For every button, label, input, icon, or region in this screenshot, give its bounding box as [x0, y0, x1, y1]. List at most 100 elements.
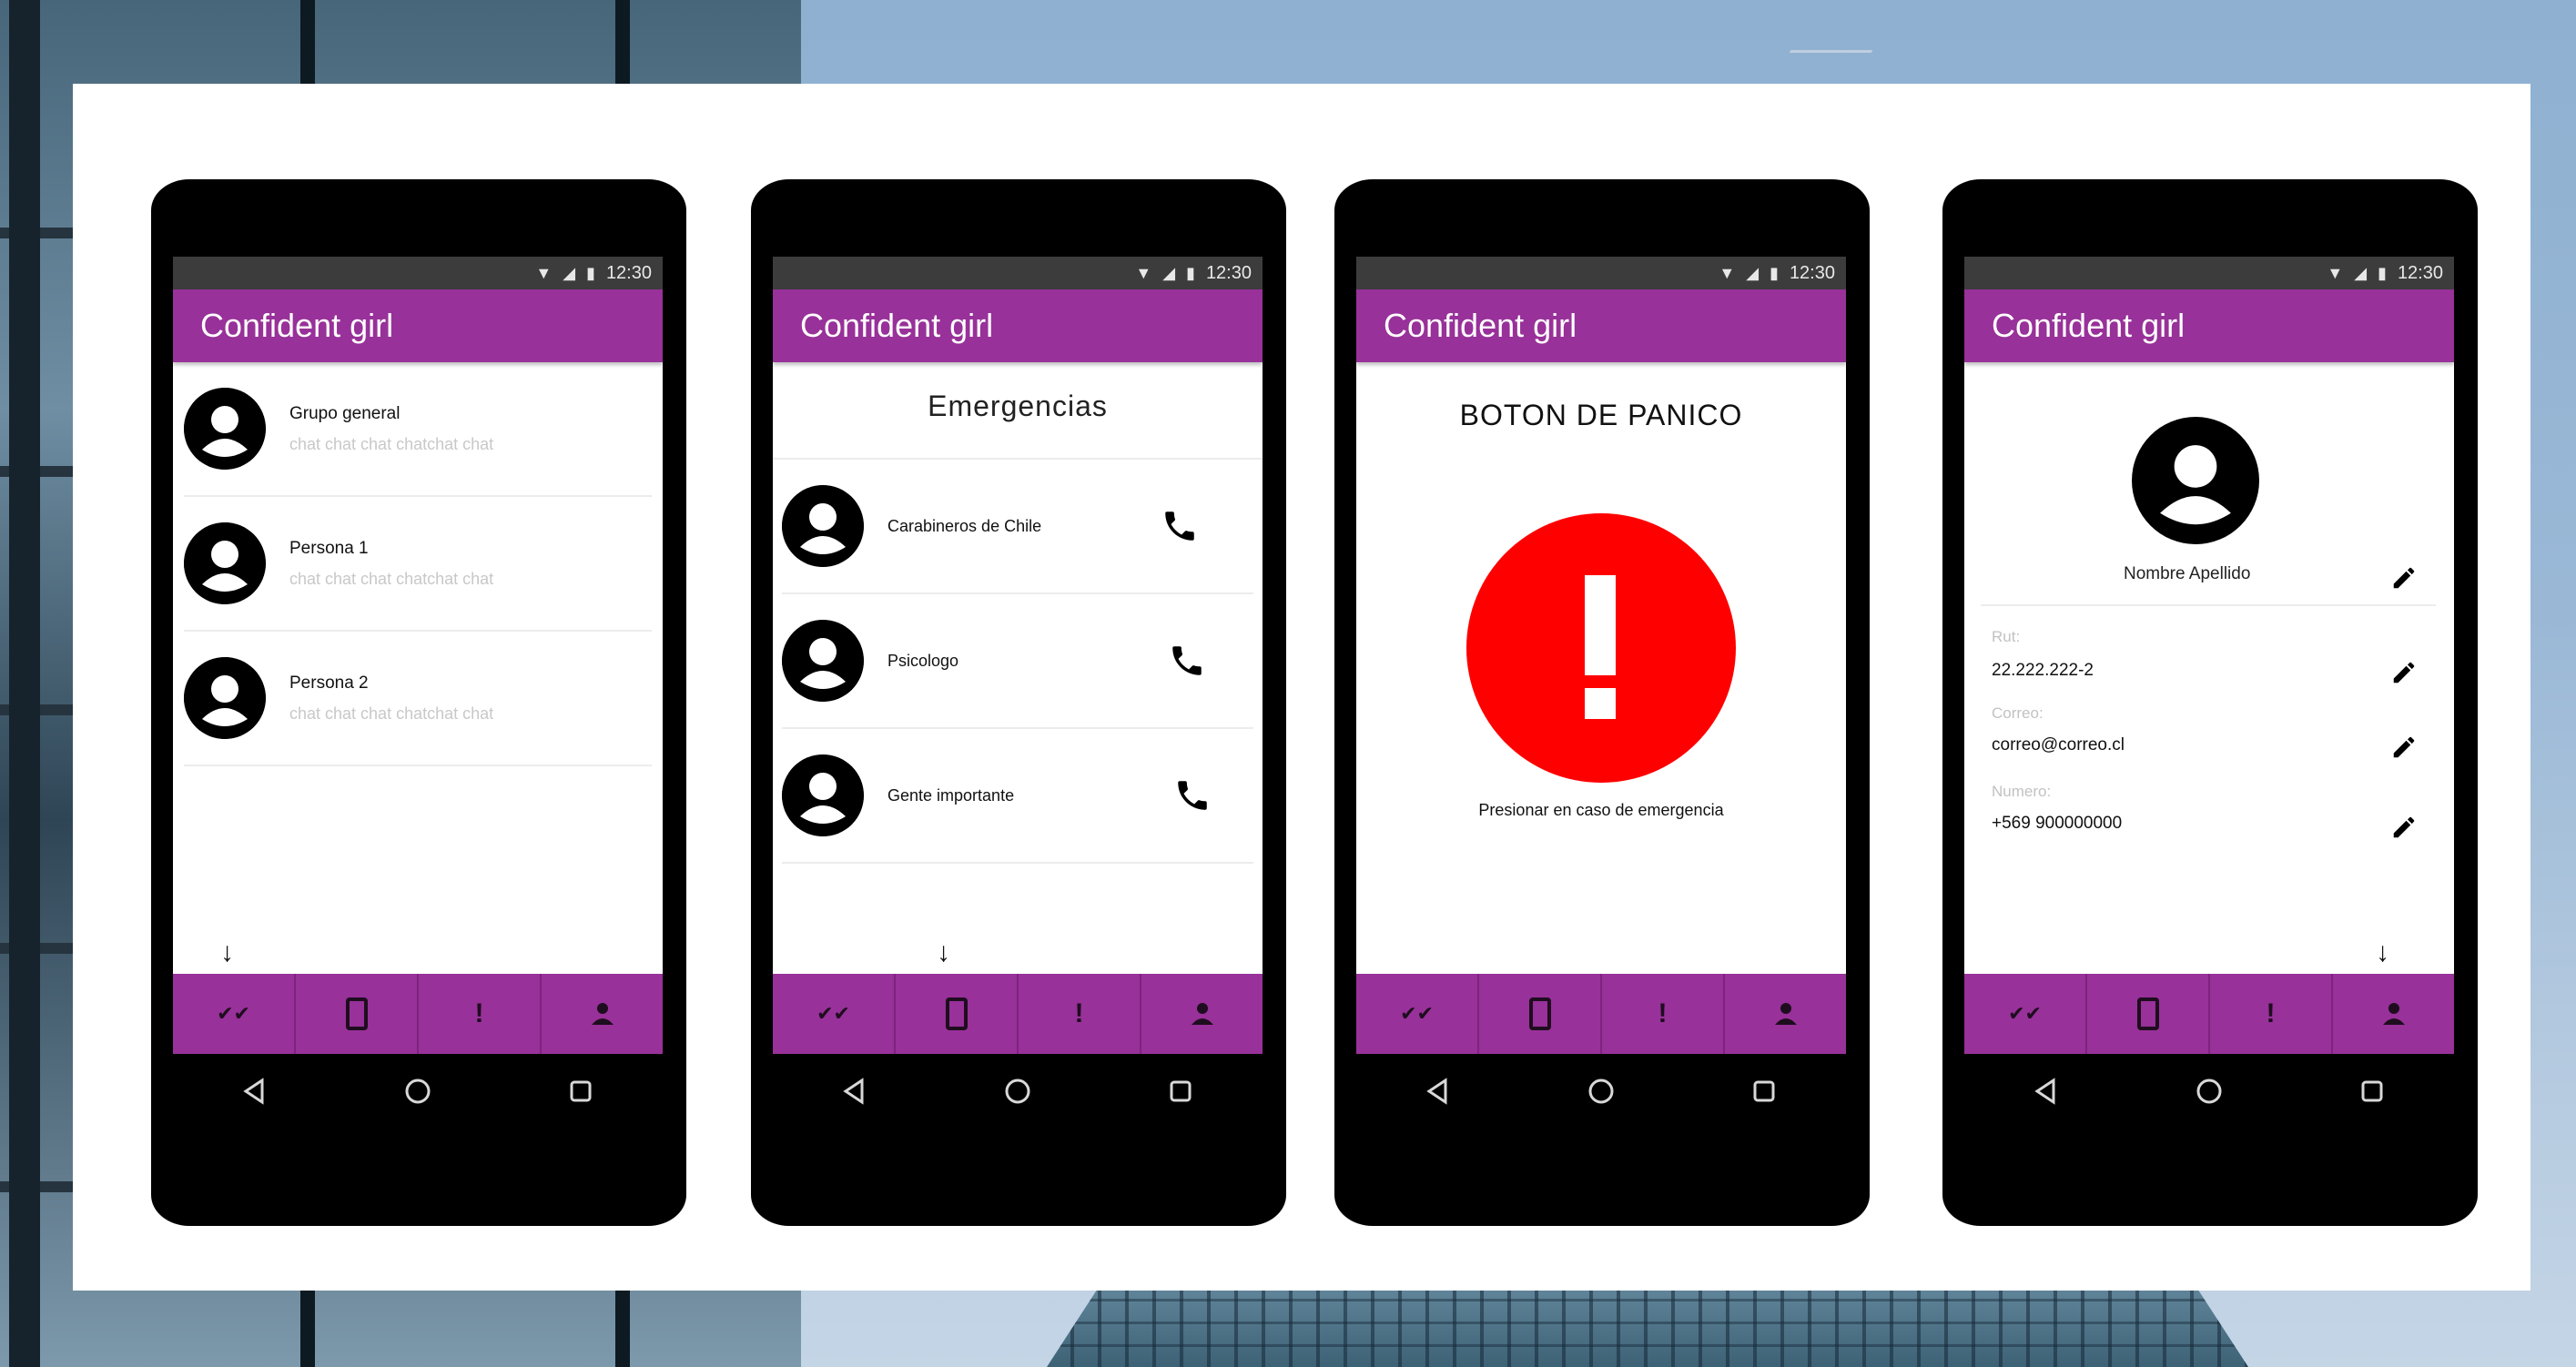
tab-profile[interactable]: [2333, 974, 2454, 1054]
back-icon[interactable]: [2032, 1077, 2061, 1106]
person-icon: [1774, 1003, 1797, 1025]
app-title: Confident girl: [1356, 289, 1846, 362]
edit-email-icon[interactable]: [2390, 734, 2418, 761]
tab-emergencies[interactable]: [2087, 974, 2210, 1054]
chat-name: Grupo general: [289, 403, 401, 423]
tab-emergencies[interactable]: [896, 974, 1019, 1054]
tab-panic[interactable]: !: [419, 974, 542, 1054]
status-time: 12:30: [605, 262, 652, 283]
exclamation-icon: !: [1658, 998, 1668, 1028]
avatar-icon: [782, 620, 864, 702]
back-icon[interactable]: [240, 1077, 269, 1106]
wifi-icon: ▼: [1135, 263, 1152, 282]
tab-emergencies[interactable]: [1479, 974, 1602, 1054]
status-bar: ▼ ◢ ▮ 12:30: [1964, 257, 2454, 289]
app-title: Confident girl: [1964, 289, 2454, 362]
chat-preview: chat chat chat chatchat chat: [289, 434, 494, 453]
arrow-down-icon[interactable]: ↓: [937, 937, 950, 968]
arrow-down-icon[interactable]: ↓: [2376, 937, 2389, 968]
bottom-nav: ✔✔ !: [1964, 974, 2454, 1054]
chat-item[interactable]: Persona 1 chat chat chat chatchat chat: [184, 497, 652, 632]
home-icon[interactable]: [1587, 1077, 1616, 1106]
exclamation-icon: [1585, 575, 1616, 675]
avatar-icon: [184, 388, 266, 470]
battery-icon: ▮: [1186, 263, 1195, 282]
bottom-nav: ✔✔ !: [773, 974, 1263, 1054]
tab-panic[interactable]: !: [1019, 974, 1141, 1054]
system-nav: [1964, 1054, 2454, 1129]
tab-panic[interactable]: !: [2210, 974, 2333, 1054]
tab-emergencies[interactable]: [296, 974, 419, 1054]
tab-chats[interactable]: ✔✔: [173, 974, 296, 1054]
recents-icon[interactable]: [1749, 1077, 1779, 1106]
chat-list: Grupo general chat chat chat chatchat ch…: [173, 362, 663, 974]
tab-profile[interactable]: [1725, 974, 1846, 1054]
phone-device-icon: [945, 997, 968, 1030]
recents-icon[interactable]: [566, 1077, 595, 1106]
tab-chats[interactable]: ✔✔: [773, 974, 896, 1054]
exclamation-icon: !: [1074, 998, 1084, 1028]
home-icon[interactable]: [403, 1077, 432, 1106]
section-title: Emergencias: [773, 362, 1263, 460]
field-label-email: Correo:: [1992, 704, 2044, 722]
edit-name-icon[interactable]: [2390, 564, 2418, 592]
double-check-icon: ✔✔: [816, 1002, 850, 1025]
contact-label: Psicologo: [887, 651, 959, 670]
back-icon[interactable]: [1424, 1077, 1453, 1106]
exclamation-dot: [1585, 688, 1616, 719]
exclamation-icon: !: [2266, 998, 2276, 1028]
building-frame: [9, 0, 40, 1367]
tab-profile[interactable]: [1141, 974, 1263, 1054]
wifi-icon: ▼: [2327, 263, 2344, 282]
field-value-email: correo@correo.cl: [1992, 735, 2125, 754]
system-nav: [173, 1054, 663, 1129]
chat-item[interactable]: Grupo general chat chat chat chatchat ch…: [184, 362, 652, 497]
person-icon: [2382, 1003, 2405, 1025]
contact-item[interactable]: Gente importante: [782, 729, 1253, 864]
avatar-icon: [184, 657, 266, 739]
status-bar: ▼ ◢ ▮ 12:30: [173, 257, 663, 289]
phone-panic: ▼ ◢ ▮ 12:30 Confident girl BOTON DE PANI…: [1334, 179, 1870, 1226]
home-icon[interactable]: [1003, 1077, 1032, 1106]
arrow-down-icon[interactable]: ↓: [220, 937, 234, 968]
bottom-nav: ✔✔ !: [1356, 974, 1846, 1054]
profile-avatar-icon[interactable]: [2132, 417, 2259, 544]
chat-name: Persona 1: [289, 538, 369, 558]
home-icon[interactable]: [2195, 1077, 2224, 1106]
phone-device-icon: [1528, 997, 1551, 1030]
app-title: Confident girl: [773, 289, 1263, 362]
battery-icon: ▮: [586, 263, 595, 282]
recents-icon[interactable]: [1166, 1077, 1195, 1106]
contact-item[interactable]: Psicologo: [782, 594, 1253, 729]
status-bar: ▼ ◢ ▮ 12:30: [1356, 257, 1846, 289]
screen-profile: ▼ ◢ ▮ 12:30 Confident girl Nombre Apelli…: [1964, 257, 2454, 1129]
contact-item[interactable]: Carabineros de Chile: [782, 460, 1253, 594]
tab-chats[interactable]: ✔✔: [1356, 974, 1479, 1054]
person-icon: [1191, 1003, 1213, 1025]
battery-icon: ▮: [2378, 263, 2387, 282]
edit-phone-icon[interactable]: [2390, 814, 2418, 841]
signal-icon: ◢: [2354, 263, 2368, 282]
avatar-icon: [184, 522, 266, 604]
tab-profile[interactable]: [542, 974, 663, 1054]
edit-rut-icon[interactable]: [2390, 659, 2418, 686]
exclamation-icon: !: [474, 998, 484, 1028]
double-check-icon: ✔✔: [2008, 1002, 2042, 1025]
recents-icon[interactable]: [2358, 1077, 2387, 1106]
panic-button[interactable]: [1466, 513, 1736, 783]
status-bar: ▼ ◢ ▮ 12:30: [773, 257, 1263, 289]
phone-device-icon: [345, 997, 368, 1030]
call-icon[interactable]: [1161, 507, 1199, 545]
panic-caption: Presionar en caso de emergencia: [1478, 801, 1724, 819]
tab-panic[interactable]: !: [1602, 974, 1725, 1054]
tab-chats[interactable]: ✔✔: [1964, 974, 2087, 1054]
call-icon[interactable]: [1173, 776, 1212, 815]
back-icon[interactable]: [840, 1077, 869, 1106]
screen-panic: ▼ ◢ ▮ 12:30 Confident girl BOTON DE PANI…: [1356, 257, 1846, 1129]
call-icon[interactable]: [1168, 642, 1206, 680]
field-label-phone: Numero:: [1992, 783, 2052, 800]
double-check-icon: ✔✔: [217, 1002, 250, 1025]
signal-icon: ◢: [1746, 263, 1760, 282]
chat-item[interactable]: Persona 2 chat chat chat chatchat chat: [184, 632, 652, 766]
wifi-icon: ▼: [535, 263, 553, 282]
